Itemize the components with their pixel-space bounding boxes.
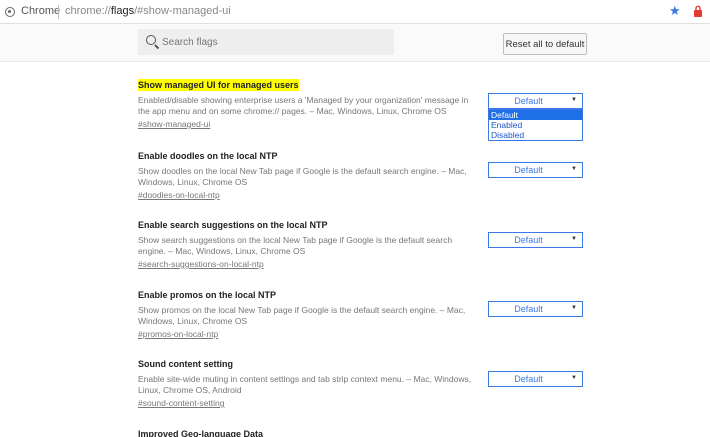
dropdown-option-disabled[interactable]: Disabled <box>489 130 582 140</box>
experiment-description: Enable site-wide muting in content setti… <box>138 374 472 395</box>
chrome-icon[interactable] <box>5 7 15 17</box>
search-icon <box>146 35 156 45</box>
experiment-description: Show doodles on the local New Tab page i… <box>138 166 467 187</box>
experiment-select-search-suggestions[interactable]: Default ▼ <box>488 232 583 248</box>
experiment-select-sound-content[interactable]: Default ▼ <box>488 371 583 387</box>
experiment-link[interactable]: #search-suggestions-on-local-ntp <box>138 259 598 270</box>
experiment-select-promos[interactable]: Default ▼ <box>488 301 583 317</box>
experiment-title: Sound content setting <box>138 359 233 369</box>
select-value: Default <box>514 235 543 245</box>
experiment-geo-language-data: Improved Geo-language Data <box>138 424 598 437</box>
chevron-down-icon: ▼ <box>571 166 577 172</box>
dropdown-option-enabled[interactable]: Enabled <box>489 120 582 130</box>
chevron-down-icon: ▼ <box>571 375 577 381</box>
experiment-title: Improved Geo-language Data <box>138 429 264 437</box>
experiment-description: Show search suggestions on the local New… <box>138 235 453 256</box>
chevron-down-icon: ▼ <box>571 236 577 242</box>
reset-all-button[interactable]: Reset all to default <box>503 33 587 55</box>
select-dropdown-list[interactable]: Default Enabled Disabled <box>488 109 583 141</box>
search-input[interactable] <box>162 33 387 51</box>
experiment-description: Enabled/disable showing enterprise users… <box>138 95 469 116</box>
select-value: Default <box>514 96 543 106</box>
experiment-title: Enable doodles on the local NTP <box>138 151 278 161</box>
chevron-down-icon: ▼ <box>571 305 577 311</box>
bookmark-star-icon[interactable]: ★ <box>669 3 681 19</box>
url-text[interactable]: chrome://flags/#show-managed-ui <box>65 5 231 17</box>
url-host: flags <box>110 5 135 17</box>
url-prefix: chrome:// <box>65 5 111 17</box>
experiment-description: Show promos on the local New Tab page if… <box>138 305 466 326</box>
select-value: Default <box>514 165 543 175</box>
omnibox-separator <box>58 5 59 19</box>
omnibox: Chrome chrome://flags/#show-managed-ui ★ <box>0 0 710 24</box>
search-box[interactable] <box>138 29 394 55</box>
experiment-title: Enable search suggestions on the local N… <box>138 220 328 230</box>
dropdown-option-default[interactable]: Default <box>489 110 582 120</box>
select-value: Default <box>514 374 543 384</box>
experiment-title: Enable promos on the local NTP <box>138 290 277 300</box>
lock-icon[interactable] <box>693 5 703 17</box>
select-value: Default <box>514 304 543 314</box>
experiment-link[interactable]: #sound-content-setting <box>138 398 598 409</box>
flags-header: Reset all to default <box>0 24 710 62</box>
experiment-title: Show managed UI for managed users <box>138 79 299 91</box>
experiment-select-doodles[interactable]: Default ▼ <box>488 162 583 178</box>
url-path: /#show-managed-ui <box>134 5 231 17</box>
experiment-link[interactable]: #promos-on-local-ntp <box>138 329 598 340</box>
chevron-down-icon: ▼ <box>571 97 577 103</box>
experiment-link[interactable]: #doodles-on-local-ntp <box>138 190 598 201</box>
site-name[interactable]: Chrome <box>21 5 60 17</box>
experiment-select-show-managed-ui[interactable]: Default ▼ <box>488 93 583 109</box>
